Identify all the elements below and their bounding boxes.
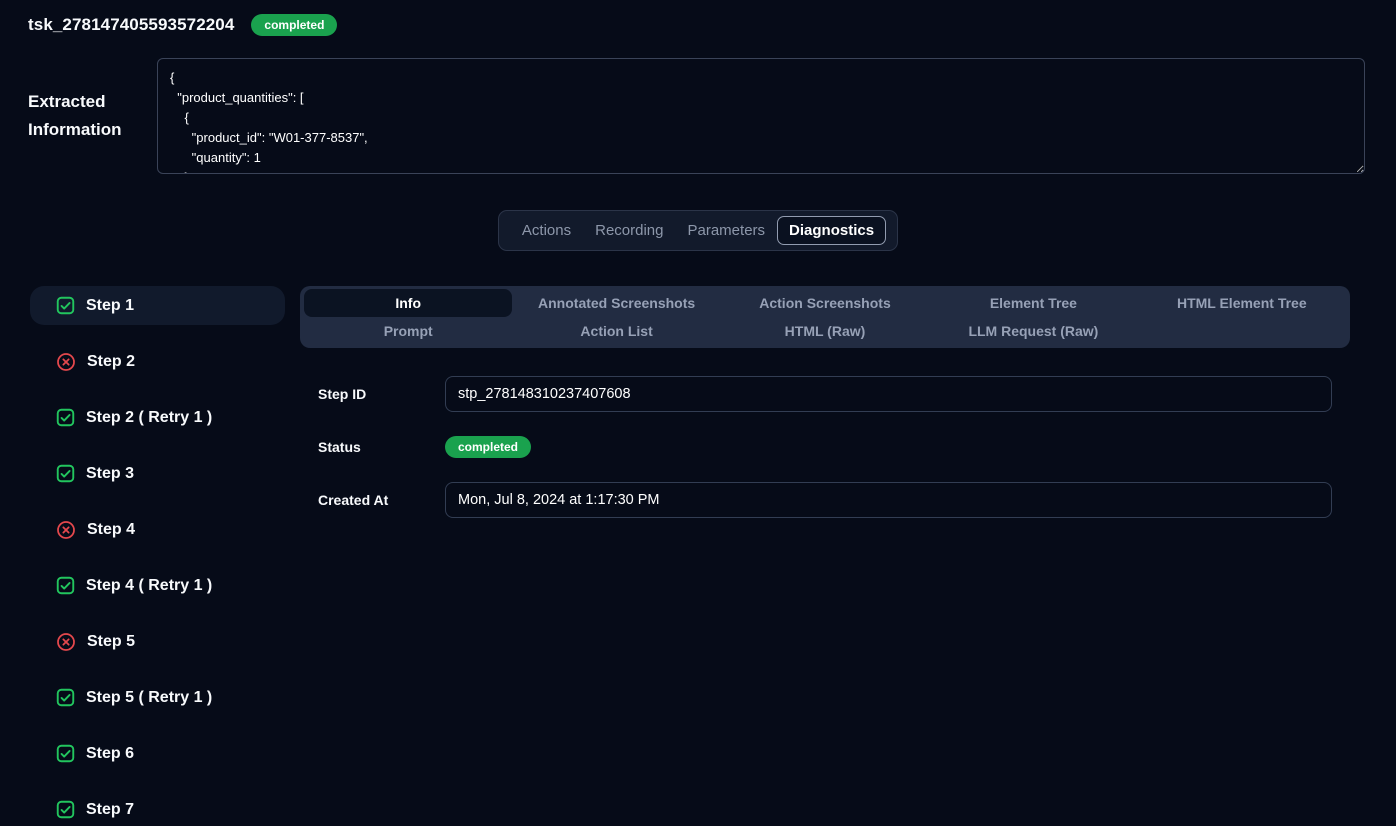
step-success-icon	[56, 744, 75, 763]
extracted-information-section: Extracted Information { "product_quantit…	[28, 58, 1365, 174]
step-label: Step 7	[86, 801, 134, 819]
step-label: Step 5	[87, 633, 135, 651]
extracted-information-textarea[interactable]: { "product_quantities": [ { "product_id"…	[157, 58, 1365, 174]
subtab-action-screenshots[interactable]: Action Screenshots	[721, 289, 929, 317]
tab-parameters[interactable]: Parameters	[676, 216, 778, 245]
step-error-icon	[56, 352, 76, 372]
sub-tab-bar: InfoAnnotated ScreenshotsAction Screensh…	[300, 286, 1350, 348]
step-item-step-3[interactable]: Step 3	[30, 454, 285, 493]
subtab-html-raw[interactable]: HTML (Raw)	[721, 317, 929, 345]
subtab-html-element-tree[interactable]: HTML Element Tree	[1138, 289, 1346, 317]
step-id-row: Step ID	[318, 376, 1332, 412]
step-label: Step 5 ( Retry 1 )	[86, 689, 212, 707]
info-fields: Step ID Status completed Created At	[318, 376, 1332, 518]
tab-recording[interactable]: Recording	[583, 216, 675, 245]
step-item-step-4-retry-1[interactable]: Step 4 ( Retry 1 )	[30, 566, 285, 605]
step-success-icon	[56, 296, 75, 315]
subtab-element-tree[interactable]: Element Tree	[929, 289, 1137, 317]
step-list: Step 1 Step 2 Step 2 ( Retry 1 ) Step 3 …	[30, 286, 285, 826]
step-success-icon	[56, 800, 75, 819]
diagnostics-panel: InfoAnnotated ScreenshotsAction Screensh…	[300, 286, 1350, 826]
main-tab-bar: ActionsRecordingParametersDiagnostics	[498, 210, 898, 251]
step-item-step-7[interactable]: Step 7	[30, 790, 285, 826]
step-id-label: Step ID	[318, 386, 445, 402]
task-id: tsk_278147405593572204	[28, 15, 234, 35]
step-success-icon	[56, 576, 75, 595]
step-error-icon	[56, 520, 76, 540]
step-item-step-5-retry-1[interactable]: Step 5 ( Retry 1 )	[30, 678, 285, 717]
subtab-annotated-screenshots[interactable]: Annotated Screenshots	[512, 289, 720, 317]
step-item-step-5[interactable]: Step 5	[30, 622, 285, 661]
step-item-step-1[interactable]: Step 1	[30, 286, 285, 325]
created-at-row: Created At	[318, 482, 1332, 518]
step-label: Step 6	[86, 745, 134, 763]
sub-tab-row-2: PromptAction ListHTML (Raw)LLM Request (…	[304, 317, 1346, 345]
content: Step 1 Step 2 Step 2 ( Retry 1 ) Step 3 …	[30, 286, 1350, 826]
task-status-badge: completed	[251, 14, 337, 36]
step-label: Step 1	[86, 297, 134, 315]
step-error-icon	[56, 632, 76, 652]
status-row: Status completed	[318, 429, 1332, 465]
header: tsk_278147405593572204 completed	[0, 0, 1396, 38]
subtab-action-list[interactable]: Action List	[512, 317, 720, 345]
step-label: Step 2	[87, 353, 135, 371]
step-success-icon	[56, 464, 75, 483]
step-status-badge: completed	[445, 436, 531, 458]
tab-diagnostics[interactable]: Diagnostics	[777, 216, 886, 245]
tab-actions[interactable]: Actions	[510, 216, 583, 245]
subtab-prompt[interactable]: Prompt	[304, 317, 512, 345]
step-item-step-4[interactable]: Step 4	[30, 510, 285, 549]
step-item-step-6[interactable]: Step 6	[30, 734, 285, 773]
step-label: Step 3	[86, 465, 134, 483]
step-label: Step 2 ( Retry 1 )	[86, 409, 212, 427]
step-item-step-2[interactable]: Step 2	[30, 342, 285, 381]
created-at-label: Created At	[318, 492, 445, 508]
step-label: Step 4 ( Retry 1 )	[86, 577, 212, 595]
extracted-information-label: Extracted Information	[28, 88, 157, 144]
step-success-icon	[56, 408, 75, 427]
step-label: Step 4	[87, 521, 135, 539]
subtab-llm-request-raw[interactable]: LLM Request (Raw)	[929, 317, 1137, 345]
subtab-info[interactable]: Info	[304, 289, 512, 317]
step-id-input[interactable]	[445, 376, 1332, 412]
created-at-input[interactable]	[445, 482, 1332, 518]
status-label: Status	[318, 439, 445, 455]
step-item-step-2-retry-1[interactable]: Step 2 ( Retry 1 )	[30, 398, 285, 437]
step-success-icon	[56, 688, 75, 707]
sub-tab-row-1: InfoAnnotated ScreenshotsAction Screensh…	[304, 289, 1346, 317]
